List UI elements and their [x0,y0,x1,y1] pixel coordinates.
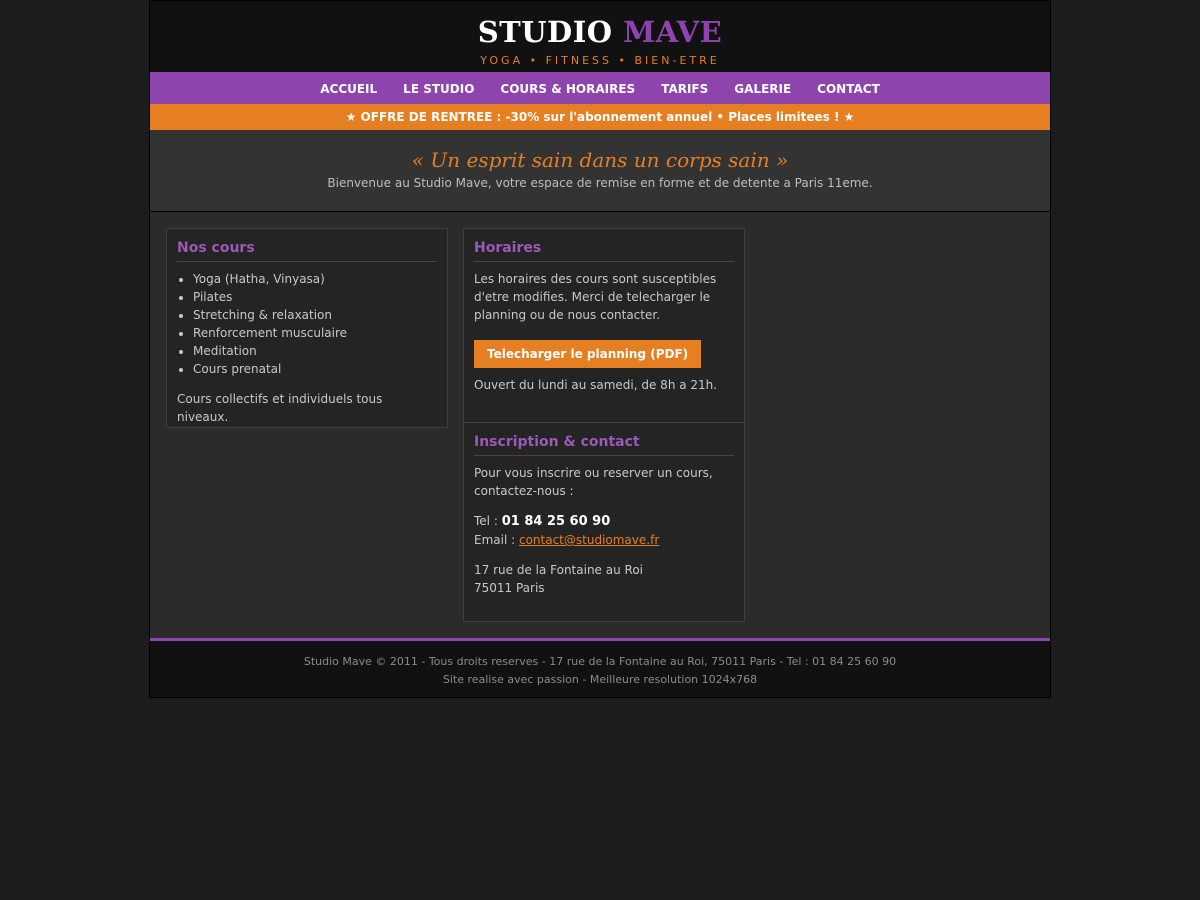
download-planning-button[interactable]: Telecharger le planning (PDF) [474,340,702,368]
courses-box: Nos cours Yoga (Hatha, Vinyasa) Pilates … [166,228,448,428]
schedule-title: Horaires [474,239,734,262]
address-line-2: 75011 Paris [474,581,545,595]
tel-label: Tel : [474,514,498,528]
nav-item-cours-horaires[interactable]: COURS & HORAIRES [500,72,635,107]
page-container: STUDIO MAVE YOGA • FITNESS • BIEN-ETRE A… [149,0,1051,698]
contact-title: Inscription & contact [474,433,734,456]
logo-accent-text: MAVE [623,15,723,49]
phone-number: 01 84 25 60 90 [501,514,611,529]
courses-list: Yoga (Hatha, Vinyasa) Pilates Stretching… [177,270,437,378]
list-item: Renforcement musculaire [193,324,437,342]
logo-main-text: STUDIO [477,15,613,49]
email-link[interactable]: contact@studiomave.fr [519,533,659,547]
contact-address: 17 rue de la Fontaine au Roi 75011 Paris [474,561,734,597]
footer-line-1: Studio Mave © 2011 - Tous droits reserve… [303,655,897,668]
hero-slogan: « Un esprit sain dans un corps sain » [411,148,789,172]
opening-hours: Ouvert du lundi au samedi, de 8h a 21h. [474,378,718,392]
hero-section: « Un esprit sain dans un corps sain » Bi… [150,130,1050,212]
main-nav: ACCUEIL LE STUDIO COURS & HORAIRES TARIF… [150,72,1050,104]
contact-details: Tel : 01 84 25 60 90 Email : contact@stu… [474,512,734,549]
site-logo[interactable]: STUDIO MAVE [150,1,1050,48]
email-label: Email : [474,533,516,547]
footer-line-2: Site realise avec passion - Meilleure re… [442,673,758,686]
site-footer: Studio Mave © 2011 - Tous droits reserve… [150,638,1050,697]
promo-banner: ★ OFFRE DE RENTREE : -30% sur l'abonneme… [150,104,1050,130]
list-item: Meditation [193,342,437,360]
main-content: Nos cours Yoga (Hatha, Vinyasa) Pilates … [150,212,1050,636]
nav-item-le-studio[interactable]: LE STUDIO [403,72,474,107]
list-item: Pilates [193,288,437,306]
nav-item-accueil[interactable]: ACCUEIL [320,72,377,107]
hero-welcome-text: Bienvenue au Studio Mave, votre espace d… [327,176,873,190]
list-item: Yoga (Hatha, Vinyasa) [193,270,437,288]
list-item: Cours prenatal [193,360,437,378]
contact-intro: Pour vous inscrire ou reserver un cours,… [474,466,713,498]
nav-item-contact[interactable]: CONTACT [817,72,880,107]
address-line-1: 17 rue de la Fontaine au Roi [474,563,644,577]
site-header: STUDIO MAVE YOGA • FITNESS • BIEN-ETRE [150,1,1050,72]
contact-box: Inscription & contact Pour vous inscrire… [463,422,745,622]
schedule-text: Les horaires des cours sont susceptibles… [474,272,717,322]
courses-title: Nos cours [177,239,437,262]
nav-item-galerie[interactable]: GALERIE [734,72,791,107]
nav-item-tarifs[interactable]: TARIFS [661,72,708,107]
list-item: Stretching & relaxation [193,306,437,324]
site-tagline: YOGA • FITNESS • BIEN-ETRE [480,54,720,67]
courses-note: Cours collectifs et individuels tous niv… [177,392,383,424]
schedule-box: Horaires Les horaires des cours sont sus… [463,228,745,423]
